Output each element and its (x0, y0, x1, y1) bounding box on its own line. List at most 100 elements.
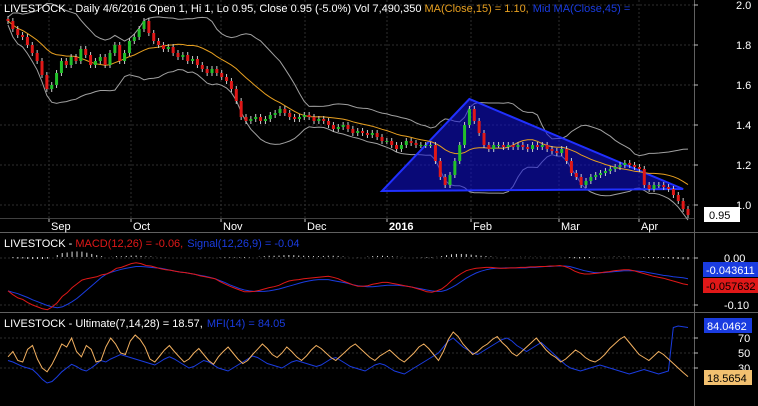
candle-body (283, 109, 287, 113)
candle-body (565, 149, 569, 161)
y-tick-label: 1.6 (736, 80, 751, 92)
candle-body (263, 119, 267, 121)
price-header: LIVESTOCK - Daily 4/6/2016 Open 1, Hi 1,… (4, 3, 630, 15)
candle-body (560, 149, 564, 153)
candle-body (404, 141, 408, 145)
ultimate-value-tag-label: 18.5654 (707, 373, 747, 385)
candle-body (356, 131, 360, 133)
candle-body (16, 29, 20, 35)
candle-body (477, 121, 481, 133)
candle-body (152, 33, 156, 41)
candle-body (526, 147, 530, 149)
candle-body (365, 133, 369, 135)
candle-body (487, 145, 491, 149)
candle-body (69, 57, 73, 65)
candle-body (50, 85, 54, 89)
candle-body (74, 57, 78, 61)
candle-body (59, 61, 63, 73)
candle-body (123, 53, 127, 61)
candle-body (433, 145, 437, 161)
x-tick-label: Apr (641, 221, 658, 233)
candle-body (288, 113, 292, 117)
candle-body (113, 45, 117, 53)
candle-body (667, 187, 671, 189)
candle-body (390, 141, 394, 145)
candle-body (623, 163, 627, 165)
candle-body (127, 41, 131, 53)
last-close-tag-label: 0.95 (709, 210, 730, 222)
candle-body (618, 165, 622, 167)
candle-body (118, 45, 122, 61)
chart-canvas: 2.01.81.61.41.21.0Sep Oct Nov Dec 2016 Feb Mar… (0, 0, 758, 406)
candle-body (429, 145, 433, 146)
candle-body (137, 29, 141, 37)
y-tick-label: 50 (738, 348, 750, 360)
candle-body (637, 167, 641, 169)
candle-body (234, 89, 238, 101)
candle-body (341, 125, 345, 127)
x-tick-label: 2016 (389, 221, 413, 233)
candle-body (249, 119, 253, 121)
candle-body (215, 69, 219, 73)
candle-body (467, 109, 471, 125)
y-tick-label: 2.0 (736, 0, 751, 12)
candle-body (186, 55, 190, 61)
candle-body (317, 119, 321, 121)
candle-body (671, 189, 675, 195)
y-tick-label: 1.4 (736, 120, 751, 132)
candle-body (550, 149, 554, 151)
x-tick-label: Oct (133, 221, 150, 233)
candle-body (79, 49, 83, 61)
candle-body (458, 145, 462, 161)
candle-body (195, 59, 199, 65)
candle-body (336, 127, 340, 129)
candle-body (482, 133, 486, 145)
candle-body (395, 145, 399, 149)
y-tick-label: 1.8 (736, 40, 751, 52)
x-tick-label: Mar (561, 221, 580, 233)
candle-body (628, 163, 632, 165)
candle-body (497, 145, 501, 146)
candle-body (657, 185, 661, 186)
candle-body (608, 169, 612, 171)
candle-body (589, 177, 593, 181)
candle-body (200, 65, 204, 69)
candle-body (30, 45, 34, 53)
candle-body (555, 151, 559, 153)
candle-body (103, 57, 107, 65)
candle-body (642, 169, 646, 185)
candle-body (239, 101, 243, 117)
candle-body (21, 35, 25, 37)
candle-body (327, 121, 331, 125)
candle-body (613, 167, 617, 169)
candle-body (225, 77, 229, 81)
candle-body (506, 145, 510, 147)
candle-body (463, 125, 467, 145)
candle-body (603, 171, 607, 173)
candle-body (297, 117, 301, 119)
candle-body (569, 161, 573, 173)
candle-body (346, 125, 350, 129)
candle-body (98, 57, 102, 61)
x-tick-label: Dec (307, 221, 327, 233)
candle-body (142, 21, 146, 29)
candle-body (676, 195, 680, 201)
candle-body (686, 209, 690, 215)
candle-body (35, 53, 39, 61)
y-tick-label: 1.2 (736, 160, 751, 172)
candle-body (166, 47, 170, 49)
candle-body (361, 131, 365, 133)
candle-body (492, 145, 496, 149)
candle-body (6, 19, 10, 21)
candle-body (472, 109, 476, 121)
candle-body (40, 61, 44, 75)
candle-body (84, 49, 88, 55)
candle-body (448, 175, 452, 185)
candle-body (302, 115, 306, 117)
candle-body (93, 61, 97, 65)
candle-body (545, 145, 549, 149)
candle-body (312, 117, 316, 121)
candle-body (647, 185, 651, 189)
candle-body (584, 181, 588, 185)
ultimate-value-tag-label: 84.0462 (707, 321, 747, 333)
